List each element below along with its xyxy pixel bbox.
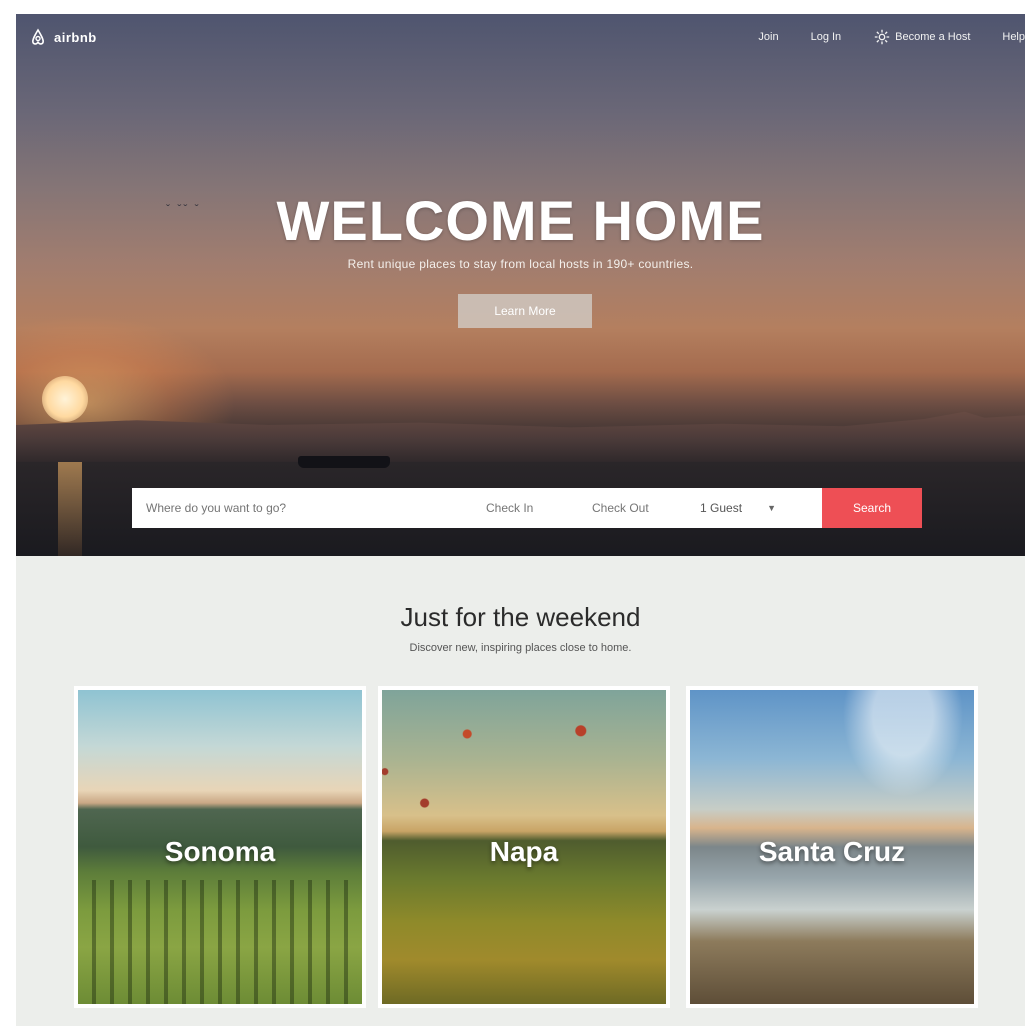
search-button[interactable]: Search bbox=[822, 488, 922, 528]
nav-become-host-link[interactable]: Become a Host bbox=[873, 28, 970, 46]
brand-name: airbnb bbox=[54, 29, 97, 45]
card-title: Santa Cruz bbox=[758, 836, 906, 867]
card-title: Sonoma bbox=[164, 836, 276, 867]
guests-select[interactable]: 1 Guest ▼ bbox=[690, 501, 786, 515]
caret-down-icon: ▼ bbox=[767, 503, 776, 513]
top-nav: Join Log In Become a Host Help bbox=[726, 28, 1025, 46]
airbnb-logo-icon bbox=[32, 28, 44, 45]
card-title: Napa bbox=[489, 836, 559, 867]
nav-login-link[interactable]: Log In bbox=[811, 31, 842, 43]
nav-help-link[interactable]: Help bbox=[1002, 31, 1025, 43]
boat-silhouette bbox=[298, 456, 390, 468]
page-frame: ˇ ˇˇ ˇ airbnb Join Log In Become a Host … bbox=[16, 14, 1025, 1026]
learn-more-button[interactable]: Learn More bbox=[458, 294, 592, 328]
search-bar: 1 Guest ▼ bbox=[132, 488, 822, 528]
hero-title: WELCOME HOME bbox=[276, 189, 765, 252]
destination-card-santa-cruz[interactable]: Santa Cruz bbox=[690, 690, 974, 1004]
nav-become-host-label: Become a Host bbox=[895, 31, 971, 43]
where-input[interactable] bbox=[132, 500, 478, 516]
check-in-input[interactable] bbox=[478, 500, 584, 516]
check-out-input[interactable] bbox=[584, 500, 690, 516]
hero-subtitle: Rent unique places to stay from local ho… bbox=[347, 257, 694, 271]
guests-value: 1 Guest bbox=[700, 501, 743, 515]
section-subtitle: Discover new, inspiring places close to … bbox=[409, 642, 632, 654]
sun bbox=[42, 376, 88, 422]
nav-join-link[interactable]: Join bbox=[758, 31, 778, 43]
destination-card-napa[interactable]: Napa bbox=[382, 690, 666, 1004]
gear-icon bbox=[874, 29, 890, 45]
destination-card-sonoma[interactable]: Sonoma bbox=[78, 690, 362, 1004]
brand-logo[interactable]: airbnb bbox=[28, 27, 97, 47]
hero-section: ˇ ˇˇ ˇ airbnb Join Log In Become a Host … bbox=[16, 14, 1025, 556]
sun-reflection bbox=[58, 462, 82, 556]
section-title: Just for the weekend bbox=[400, 602, 641, 632]
